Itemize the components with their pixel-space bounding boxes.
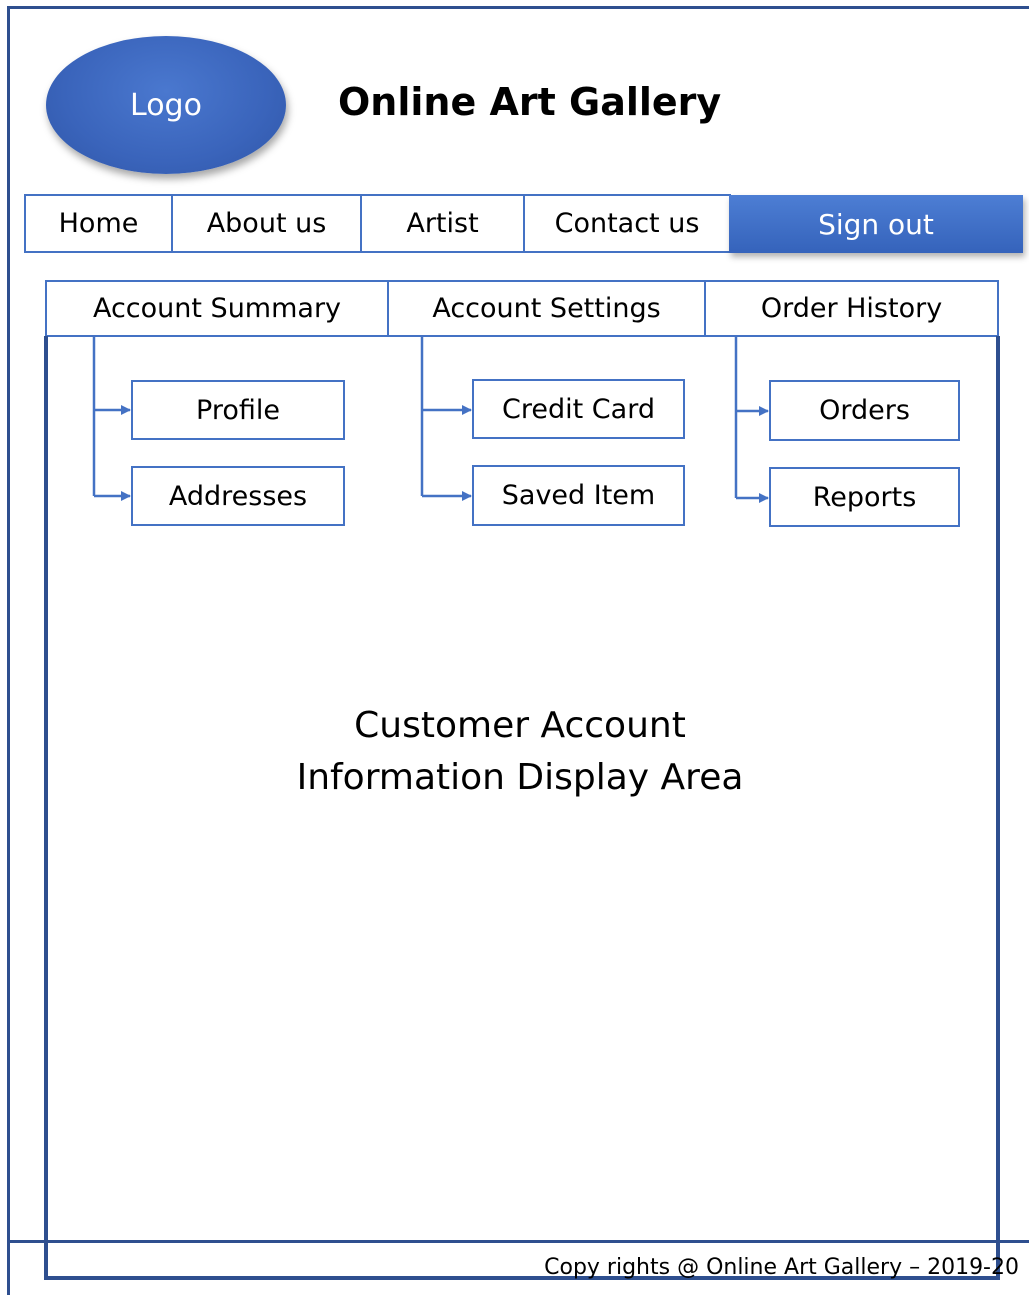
- sub-item-addresses[interactable]: Addresses: [131, 466, 345, 526]
- frame-left-border: [7, 8, 10, 1295]
- nav-item-artist[interactable]: Artist: [360, 194, 523, 253]
- account-tabs: Account Summary Account Settings Order H…: [45, 280, 999, 337]
- sub-item-saved-item[interactable]: Saved Item: [472, 465, 685, 526]
- footer-copyright: Copy rights @ Online Art Gallery – 2019-…: [544, 1255, 1019, 1280]
- site-title: Online Art Gallery: [338, 80, 722, 124]
- display-area-line-2: Information Display Area: [296, 757, 744, 798]
- logo-label: Logo: [130, 87, 202, 123]
- main-nav: Home About us Artist Contact us: [24, 194, 731, 253]
- logo[interactable]: Logo: [46, 36, 286, 174]
- sub-item-orders[interactable]: Orders: [769, 380, 960, 441]
- tab-account-settings[interactable]: Account Settings: [387, 280, 704, 337]
- tab-order-history[interactable]: Order History: [704, 280, 999, 337]
- nav-item-about-us[interactable]: About us: [171, 194, 360, 253]
- sub-item-reports[interactable]: Reports: [769, 467, 960, 527]
- sign-out-button[interactable]: Sign out: [729, 195, 1023, 253]
- frame-top-border: [7, 6, 1029, 9]
- display-area-label: Customer Account Information Display Are…: [200, 700, 840, 804]
- nav-item-contact-us[interactable]: Contact us: [523, 194, 731, 253]
- sub-item-profile[interactable]: Profile: [131, 380, 345, 440]
- nav-item-home[interactable]: Home: [24, 194, 171, 253]
- sub-item-credit-card[interactable]: Credit Card: [472, 379, 685, 439]
- display-area-line-1: Customer Account: [354, 705, 686, 746]
- tab-account-summary[interactable]: Account Summary: [45, 280, 387, 337]
